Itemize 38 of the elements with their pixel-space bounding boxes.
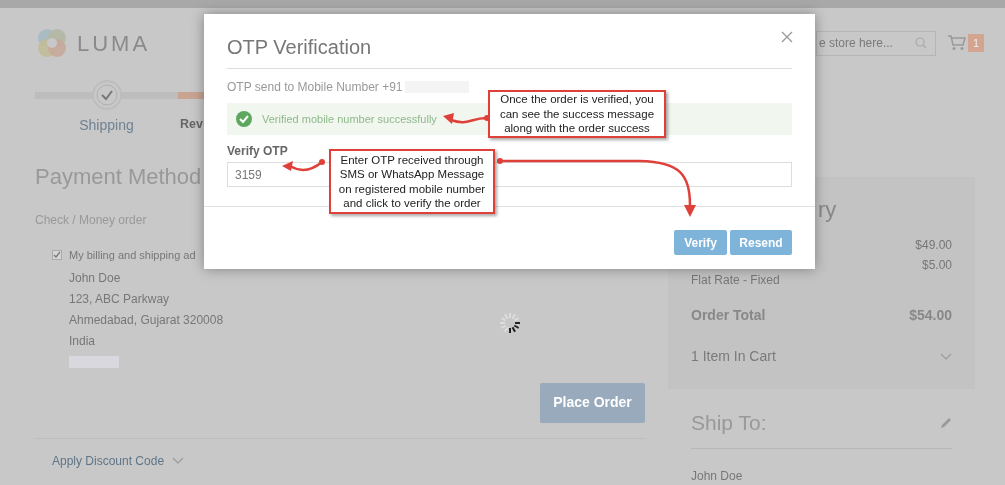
annotation-arrow [282, 159, 325, 172]
checkbox-label: My billing and shipping ad [69, 248, 196, 263]
annotation-callout: Once the order is verified, you can see the success message along with the order success [488, 90, 666, 138]
checkbox[interactable] [52, 250, 62, 261]
address-line: Ahmedabad, Gujarat 320008 [69, 311, 224, 328]
logo-text: LUMA [77, 29, 151, 58]
step-label: Rev [179, 116, 203, 133]
check-circle-icon [91, 80, 122, 110]
discount-link[interactable]: Apply Discount Code [52, 451, 165, 470]
search-icon [914, 37, 927, 49]
success-text: Verified mobile number successfully [262, 111, 437, 127]
otp-sent-text: OTP send to Mobile Number +91 [227, 79, 403, 96]
place-order-button[interactable]: Place Order [540, 382, 645, 423]
summary-row-value: $5.00 [921, 258, 952, 274]
dialog-title: OTP Verification [227, 35, 372, 59]
order-total-value: $54.00 [909, 306, 952, 325]
address-line: India [69, 332, 96, 349]
cart-items-toggle[interactable]: 1 Item In Cart [691, 346, 776, 367]
address-line: 123, ABC Parkway [69, 290, 170, 307]
dialog-button[interactable]: Verify [674, 230, 727, 255]
loading-spinner-icon [498, 311, 522, 335]
cart-icon[interactable] [947, 35, 966, 51]
order-total-label: Order Total [691, 306, 766, 325]
close-icon[interactable] [781, 31, 793, 43]
step-label: Shipping [79, 116, 134, 135]
pencil-icon[interactable] [940, 416, 952, 429]
annotation-callout: Enter OTP received through SMS or WhatsApp Message on registered mobile number and click to verify the order [329, 149, 495, 214]
summary-row-value: $49.00 [915, 238, 952, 252]
ship-to-line: John Doe [691, 467, 744, 485]
logo-icon [35, 26, 69, 60]
summary-row-sublabel: Flat Rate - Fixed [691, 272, 780, 288]
summary-title: ry [817, 197, 838, 223]
address-line: John Doe [69, 269, 121, 286]
check-circle-icon [236, 111, 252, 127]
dialog-button[interactable]: Resend [730, 230, 792, 255]
cart-count-badge: 1 [967, 33, 984, 53]
annotation-arrow [443, 113, 490, 124]
search-field[interactable]: e store here... [815, 30, 936, 56]
